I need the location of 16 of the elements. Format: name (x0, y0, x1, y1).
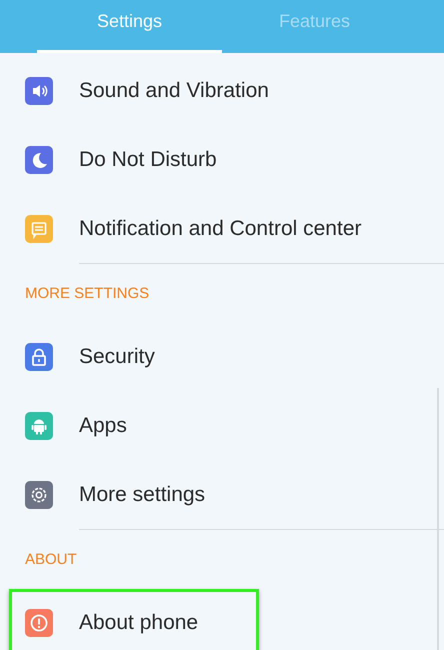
settings-item[interactable]: More settings (0, 460, 444, 529)
settings-item[interactable]: Security (0, 322, 444, 391)
item-label: Notification and Control center (79, 216, 362, 240)
item-label: Apps (79, 414, 127, 438)
item-label: More settings (79, 482, 206, 506)
section-header: MORE SETTINGS (25, 284, 150, 302)
item-label: Sound and Vibration (79, 78, 269, 102)
item-label: Do Not Disturb (79, 148, 217, 172)
settings-item[interactable]: Sound and Vibration (0, 56, 444, 125)
settings-item[interactable]: Apps (0, 391, 444, 460)
settings-item[interactable]: Notification and Control center (0, 194, 444, 263)
item-label: Security (79, 344, 155, 368)
item-label: About phone (79, 610, 198, 634)
settings-item[interactable]: About phone (0, 588, 444, 650)
section-header: ABOUT (25, 550, 77, 568)
settings-item[interactable]: Do Not Disturb (0, 125, 444, 194)
